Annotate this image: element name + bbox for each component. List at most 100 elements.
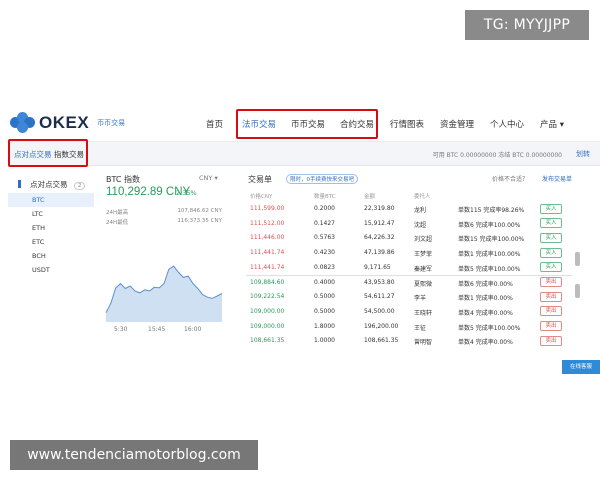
order-amount: 15,912.47 — [364, 219, 395, 227]
sell-button[interactable]: 卖出 — [540, 291, 562, 302]
nav-funds[interactable]: 资金管理 — [440, 118, 474, 130]
order-stats: 单数115 完成率98.26% — [458, 207, 525, 214]
order-user: 王梦菲 — [414, 251, 433, 259]
nav-products[interactable]: 产品 ▾ — [540, 118, 564, 130]
order-user: 刘文超 — [414, 236, 433, 244]
order-price: 111,512.00 — [250, 219, 285, 227]
order-user: 秦建军 — [414, 265, 433, 273]
site-watermark: www.tendenciamotorblog.com — [10, 440, 258, 470]
coin-sidebar: 点对点交易 2 BTC LTC ETH ETC BCH USDT — [8, 176, 94, 277]
buy-order-row: 109,884.60 0.4000 43,953.80 夏熙微 单数6 完成率0.00%… — [246, 276, 572, 291]
okex-logo[interactable]: OKEX 币币交易 — [10, 112, 125, 134]
order-qty: 0.2000 — [314, 205, 335, 212]
order-price: 111,441.74 — [250, 249, 285, 257]
balance-summary: 可用 BTC 0.00000000 冻结 BTC 0.00000000 — [432, 152, 562, 159]
sell-order-row: 111,441.74 0.4230 47,139.86 王梦菲 单数1 完成率100.0… — [246, 246, 572, 261]
order-user: 王晓轩 — [414, 309, 433, 317]
sell-button[interactable]: 卖出 — [540, 277, 562, 287]
sidebar-item-ltc[interactable]: LTC — [8, 207, 94, 221]
col-header-user: 委托人 — [414, 194, 431, 200]
order-qty: 0.5763 — [314, 234, 335, 242]
currency-select[interactable]: CNY ▾ — [199, 174, 218, 182]
buy-order-row: 109,000.00 0.5000 54,500.00 王晓轩 单数4 完成率0.00%… — [246, 305, 572, 320]
buy-button[interactable]: 买入 — [540, 262, 562, 273]
post-order-link[interactable]: 发布交易单 — [542, 174, 572, 183]
price-unsuitable-link[interactable]: 价格不合适？ — [492, 174, 528, 183]
order-book-title: 交易单 — [248, 175, 272, 184]
sell-button[interactable]: 卖出 — [540, 335, 562, 346]
nav-home[interactable]: 首页 — [206, 118, 223, 130]
sidebar-item-bch[interactable]: BCH — [8, 249, 94, 263]
order-amount: 64,226.32 — [364, 234, 395, 242]
sell-order-row: 111,446.00 0.5763 64,226.32 刘文超 单数15 完成率100.… — [246, 231, 572, 246]
order-stats: 单数4 完成率0.00% — [458, 339, 513, 347]
sell-order-row: 111,599.00 0.2000 22,319.80 龙利 单数115 完成率98.2… — [246, 202, 572, 217]
sidebar-item-eth[interactable]: ETH — [8, 221, 94, 235]
index-title: BTC 指数 — [106, 175, 141, 184]
order-price: 108,661.35 — [250, 337, 285, 345]
order-stats: 单数5 完成率100.00% — [458, 265, 521, 273]
order-user: 王征 — [414, 324, 427, 332]
sidebar-item-btc[interactable]: BTC — [8, 193, 94, 207]
stat-high-value: 107,846.62 CNY — [177, 208, 222, 214]
order-user: 李羊 — [414, 295, 427, 303]
sidebar-item-usdt[interactable]: USDT — [8, 263, 94, 277]
sell-button[interactable]: 卖出 — [540, 306, 562, 317]
screenshot: TG: MYYJJPP OKEX 币币交易 首页 法币交易 币币交易 合约交易 … — [0, 0, 600, 480]
logo-subtitle: 币币交易 — [97, 119, 126, 127]
order-stats: 单数1 完成率100.00% — [458, 251, 521, 259]
btc-index-panel: BTC 指数 CNY ▾ 110,292.89 CNY 2.35% 24H最高 … — [104, 168, 224, 338]
buy-button[interactable]: 买入 — [540, 232, 562, 243]
order-price: 109,222.54 — [250, 293, 285, 301]
order-amount: 54,500.00 — [364, 307, 395, 315]
order-price: 109,000.00 — [250, 307, 285, 315]
order-user: 沈超 — [414, 221, 427, 229]
nav-market-charts[interactable]: 行情图表 — [390, 118, 424, 130]
order-qty: 1.8000 — [314, 322, 335, 330]
x-tick-label: 5:30 — [114, 326, 128, 333]
order-amount: 196,200.00 — [364, 322, 399, 330]
order-amount: 54,611.27 — [364, 293, 395, 301]
sidebar-item-etc[interactable]: ETC — [8, 235, 94, 249]
x-tick-label: 16:00 — [184, 326, 202, 333]
transfer-link[interactable]: 划转 — [576, 149, 590, 159]
promo-badge: 限时，0手续费快来交易吧 — [286, 174, 359, 184]
order-qty: 0.4230 — [314, 249, 335, 257]
order-price: 111,599.00 — [250, 205, 285, 212]
sidebar-header-label: 点对点交易 — [30, 180, 68, 189]
buy-order-row: 109,222.54 0.5000 54,611.27 李羊 单数1 完成率0.00% 卖… — [246, 290, 572, 305]
sidebar-badge: 2 — [73, 182, 86, 190]
order-user: 夏熙微 — [414, 280, 433, 288]
x-tick-label: 15:45 — [148, 326, 166, 333]
col-header-amount: 金额 — [364, 194, 376, 200]
active-marker — [18, 180, 21, 188]
tab-highlight-box — [8, 139, 88, 167]
stat-low-value: 116,373.35 CNY — [177, 218, 222, 224]
nav-account[interactable]: 个人中心 — [490, 118, 524, 130]
order-stats: 单数6 完成率0.00% — [458, 280, 513, 288]
index-change: 2.35% — [176, 189, 197, 197]
scrollbar-thumb[interactable] — [575, 284, 580, 298]
order-qty: 0.5000 — [314, 307, 335, 315]
buy-order-row: 109,000.00 1.8000 196,200.00 王征 单数5 完成率100.0… — [246, 320, 572, 335]
buy-button[interactable]: 买入 — [540, 203, 562, 214]
online-service-button[interactable]: 在线客服 — [562, 360, 600, 374]
order-amount: 108,661.35 — [364, 337, 399, 345]
order-amount: 9,171.65 — [364, 263, 391, 271]
order-stats: 单数6 完成率100.00% — [458, 221, 521, 229]
order-price: 111,446.00 — [250, 234, 285, 242]
order-qty: 0.4000 — [314, 278, 335, 286]
sell-button[interactable]: 卖出 — [540, 321, 562, 332]
scrollbar-thumb[interactable] — [575, 252, 580, 266]
sidebar-header[interactable]: 点对点交易 2 — [8, 176, 94, 193]
order-amount: 22,319.80 — [364, 205, 395, 212]
order-price: 109,884.60 — [250, 278, 285, 286]
order-stats: 单数4 完成率0.00% — [458, 309, 513, 317]
stat-low-label: 24H最低 — [106, 220, 129, 226]
buy-button[interactable]: 买入 — [540, 247, 562, 258]
okex-app: OKEX 币币交易 首页 法币交易 币币交易 合约交易 行情图表 资金管理 个人… — [8, 104, 600, 374]
order-qty: 0.5000 — [314, 293, 335, 301]
order-amount: 47,139.86 — [364, 249, 395, 257]
sell-order-row: 111,441.74 0.0823 9,171.65 秦建军 单数5 完成率100.00… — [246, 261, 572, 276]
buy-button[interactable]: 买入 — [540, 218, 562, 229]
